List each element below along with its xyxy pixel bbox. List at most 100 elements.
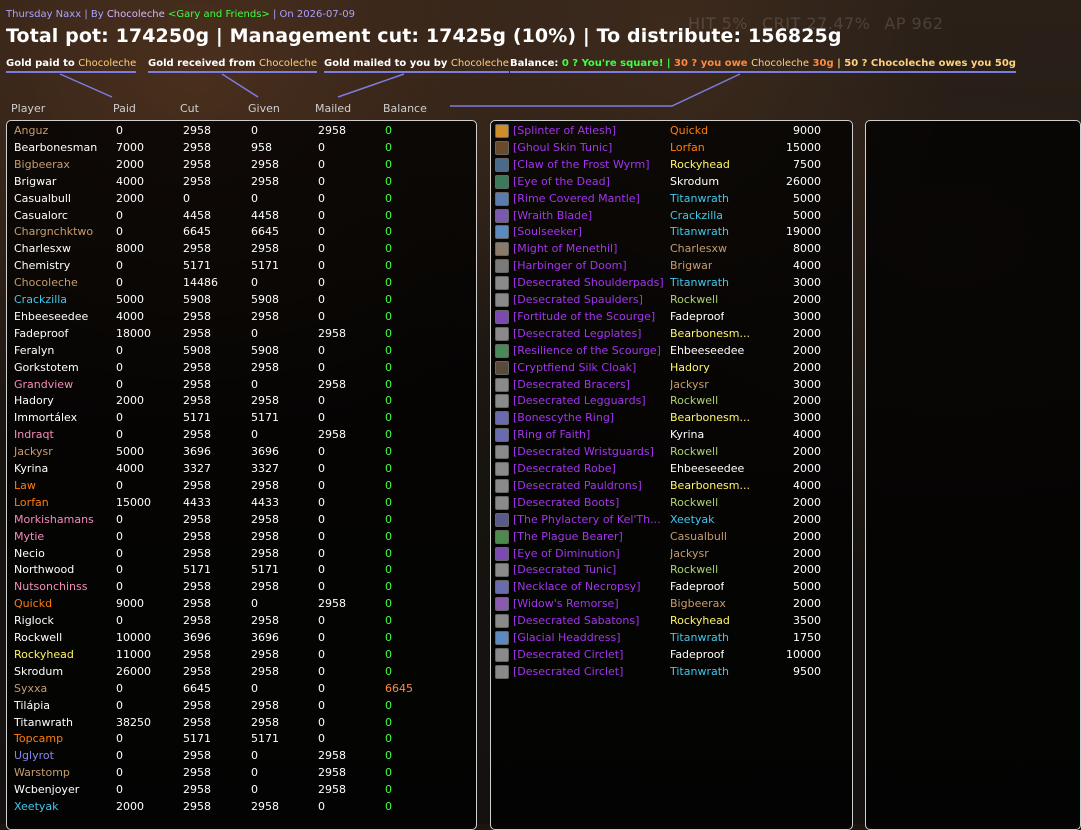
loot-row[interactable]: [Rime Covered Mantle] Titanwrath 5000 bbox=[491, 191, 851, 209]
item-link[interactable]: [Widow's Remorse] bbox=[513, 597, 619, 610]
item-icon[interactable] bbox=[495, 276, 509, 291]
item-icon[interactable] bbox=[495, 546, 509, 561]
item-link[interactable]: [Wraith Blade] bbox=[513, 209, 592, 222]
loot-row[interactable]: [Desecrated Boots] Rockwell 2000 bbox=[491, 495, 851, 513]
item-icon[interactable] bbox=[495, 377, 509, 392]
item-link[interactable]: [Eye of Diminution] bbox=[513, 547, 620, 560]
item-link[interactable]: [Desecrated Legguards] bbox=[513, 394, 646, 407]
item-link[interactable]: [The Phylactery of Kel'Th... bbox=[513, 513, 661, 526]
col-header-cut[interactable]: Cut bbox=[180, 102, 199, 115]
item-link[interactable]: [Desecrated Legplates] bbox=[513, 327, 641, 340]
loot-row[interactable]: [Splinter of Atiesh] Quickd 9000 bbox=[491, 124, 851, 141]
loot-row[interactable]: [Desecrated Tunic] Rockwell 2000 bbox=[491, 563, 851, 580]
item-icon[interactable] bbox=[495, 647, 509, 662]
col-header-paid[interactable]: Paid bbox=[113, 102, 136, 115]
item-icon[interactable] bbox=[495, 462, 509, 476]
loot-row[interactable]: [Soulseeker] Titanwrath 19000 bbox=[491, 225, 851, 242]
loot-row[interactable]: [Claw of the Frost Wyrm] Rockyhead 7500 bbox=[491, 157, 851, 175]
loot-row[interactable]: [Cryptfiend Silk Cloak] Hadory 2000 bbox=[491, 360, 851, 378]
item-icon[interactable] bbox=[495, 343, 509, 358]
col-header-balance[interactable]: Balance bbox=[383, 102, 427, 115]
loot-row[interactable]: [Bonescythe Ring] Bearbonesm... 3000 bbox=[491, 411, 851, 428]
item-icon[interactable] bbox=[495, 394, 509, 409]
loot-row[interactable]: [Desecrated Pauldrons] Bearbonesm... 4000 bbox=[491, 478, 851, 496]
loot-row[interactable]: [Desecrated Sabatons] Rockyhead 3500 bbox=[491, 614, 851, 631]
item-icon[interactable] bbox=[495, 326, 509, 341]
item-link[interactable]: [Soulseeker] bbox=[513, 225, 582, 238]
item-link[interactable]: [Desecrated Robe] bbox=[513, 462, 616, 475]
item-icon[interactable] bbox=[495, 563, 509, 578]
loot-row[interactable]: [Ghoul Skin Tunic] Lorfan 15000 bbox=[491, 140, 851, 158]
loot-row[interactable]: [Harbinger of Doom] Brigwar 4000 bbox=[491, 259, 851, 276]
item-link[interactable]: [Desecrated Circlet] bbox=[513, 665, 623, 678]
item-icon[interactable] bbox=[495, 242, 509, 257]
loot-row[interactable]: [Desecrated Legplates] Bearbonesm... 2000 bbox=[491, 326, 851, 344]
col-header-given[interactable]: Given bbox=[248, 102, 280, 115]
item-icon[interactable] bbox=[495, 309, 509, 324]
loot-row[interactable]: [Desecrated Legguards] Rockwell 2000 bbox=[491, 394, 851, 411]
loot-row[interactable]: [Eye of Diminution] Jackysr 2000 bbox=[491, 546, 851, 564]
loot-row[interactable]: [Might of Menethil] Charlesxw 8000 bbox=[491, 242, 851, 259]
item-icon[interactable] bbox=[495, 225, 509, 240]
item-link[interactable]: [Desecrated Tunic] bbox=[513, 563, 616, 576]
item-link[interactable]: [Glacial Headdress] bbox=[513, 631, 621, 644]
item-link[interactable]: [Desecrated Pauldrons] bbox=[513, 479, 642, 492]
item-icon[interactable] bbox=[495, 478, 509, 493]
loot-row[interactable]: [Widow's Remorse] Bigbeerax 2000 bbox=[491, 597, 851, 614]
item-link[interactable]: [Bonescythe Ring] bbox=[513, 411, 614, 424]
item-icon[interactable] bbox=[495, 512, 509, 527]
loot-row[interactable]: [Desecrated Circlet] Titanwrath 9500 bbox=[491, 664, 851, 682]
loot-row[interactable]: [Desecrated Circlet] Fadeproof 10000 bbox=[491, 647, 851, 665]
item-link[interactable]: [Fortitude of the Scourge] bbox=[513, 310, 655, 323]
item-icon[interactable] bbox=[495, 157, 509, 172]
item-link[interactable]: [Claw of the Frost Wyrm] bbox=[513, 158, 650, 171]
item-link[interactable]: [Desecrated Bracers] bbox=[513, 378, 630, 391]
loot-panel[interactable]: [Splinter of Atiesh] Quickd 9000 [Ghoul Ski… bbox=[490, 120, 853, 830]
item-link[interactable]: [Desecrated Wristguards] bbox=[513, 445, 654, 458]
item-icon[interactable] bbox=[495, 664, 509, 679]
item-link[interactable]: [Necklace of Necropsy] bbox=[513, 580, 640, 593]
item-icon[interactable] bbox=[495, 293, 509, 307]
col-header-player[interactable]: Player bbox=[11, 102, 45, 115]
item-icon[interactable] bbox=[495, 174, 509, 189]
item-link[interactable]: [Might of Menethil] bbox=[513, 242, 617, 255]
loot-row[interactable]: [The Phylactery of Kel'Th... Xeetyak 2000 bbox=[491, 512, 851, 530]
item-link[interactable]: [Eye of the Dead] bbox=[513, 175, 610, 188]
item-link[interactable]: [Desecrated Spaulders] bbox=[513, 293, 643, 306]
item-icon[interactable] bbox=[495, 529, 509, 544]
item-link[interactable]: [Desecrated Boots] bbox=[513, 496, 619, 509]
loot-row[interactable]: [Desecrated Shoulderpads] Titanwrath 3000 bbox=[491, 276, 851, 293]
item-link[interactable]: [Cryptfiend Silk Cloak] bbox=[513, 361, 636, 374]
item-icon[interactable] bbox=[495, 124, 509, 138]
item-link[interactable]: [Ring of Faith] bbox=[513, 428, 590, 441]
item-icon[interactable] bbox=[495, 259, 509, 274]
item-icon[interactable] bbox=[495, 360, 509, 375]
item-icon[interactable] bbox=[495, 411, 509, 426]
item-link[interactable]: [Resilience of the Scourge] bbox=[513, 344, 661, 357]
item-icon[interactable] bbox=[495, 140, 509, 155]
loot-row[interactable]: [Desecrated Spaulders] Rockwell 2000 bbox=[491, 293, 851, 310]
item-icon[interactable] bbox=[495, 631, 509, 645]
item-link[interactable]: [Harbinger of Doom] bbox=[513, 259, 627, 272]
item-link[interactable]: [Desecrated Circlet] bbox=[513, 648, 623, 661]
loot-row[interactable]: [Resilience of the Scourge] Ehbeeseedee 20… bbox=[491, 343, 851, 361]
loot-row[interactable]: [Wraith Blade] Crackzilla 5000 bbox=[491, 208, 851, 226]
loot-row[interactable]: [The Plague Bearer] Casualbull 2000 bbox=[491, 529, 851, 547]
item-icon[interactable] bbox=[495, 208, 509, 223]
item-link[interactable]: [The Plague Bearer] bbox=[513, 530, 623, 543]
loot-row[interactable]: [Desecrated Robe] Ehbeeseedee 2000 bbox=[491, 462, 851, 479]
item-icon[interactable] bbox=[495, 191, 509, 206]
item-icon[interactable] bbox=[495, 428, 509, 443]
loot-row[interactable]: [Desecrated Wristguards] Rockwell 2000 bbox=[491, 445, 851, 462]
item-icon[interactable] bbox=[495, 597, 509, 612]
item-icon[interactable] bbox=[495, 445, 509, 460]
item-icon[interactable] bbox=[495, 495, 509, 510]
loot-row[interactable]: [Fortitude of the Scourge] Fadeproof 3000 bbox=[491, 309, 851, 327]
item-link[interactable]: [Desecrated Sabatons] bbox=[513, 614, 639, 627]
item-icon[interactable] bbox=[495, 580, 509, 595]
loot-row[interactable]: [Desecrated Bracers] Jackysr 3000 bbox=[491, 377, 851, 395]
loot-row[interactable]: [Eye of the Dead] Skrodum 26000 bbox=[491, 174, 851, 192]
item-link[interactable]: [Rime Covered Mantle] bbox=[513, 192, 640, 205]
loot-row[interactable]: [Necklace of Necropsy] Fadeproof 5000 bbox=[491, 580, 851, 597]
item-icon[interactable] bbox=[495, 614, 509, 629]
